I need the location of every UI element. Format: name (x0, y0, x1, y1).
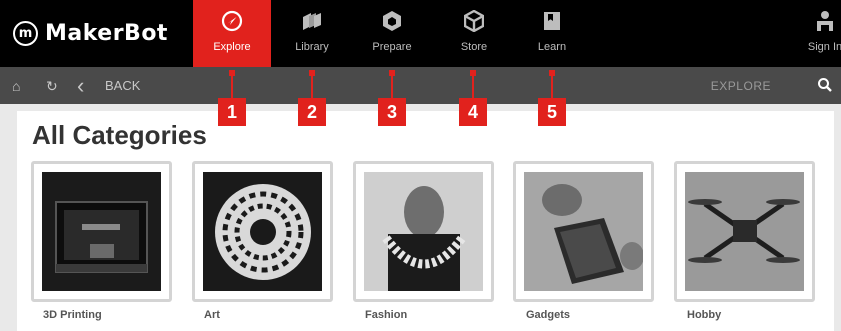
category-card-hobby[interactable] (674, 161, 815, 302)
library-icon (301, 9, 323, 33)
nav-explore[interactable]: Explore (193, 0, 271, 67)
gadgets-phone-image (524, 172, 644, 291)
category-label[interactable]: Fashion (365, 309, 407, 321)
nav-store[interactable]: Store (435, 0, 513, 67)
back-button[interactable]: BACK (105, 78, 140, 93)
nav-library-label: Library (295, 41, 329, 53)
callout-line (472, 76, 474, 98)
category-label[interactable]: Hobby (687, 309, 721, 321)
printer-image (42, 172, 161, 291)
store-icon (464, 9, 484, 33)
callout-1: 1 (218, 98, 246, 126)
home-icon[interactable]: ⌂ (12, 78, 20, 94)
nav-prepare[interactable]: Prepare (353, 0, 431, 67)
back-chevron-icon[interactable]: ‹ (77, 73, 84, 99)
callout-5: 5 (538, 98, 566, 126)
page-title: All Categories (32, 120, 207, 150)
callout-2: 2 (298, 98, 326, 126)
hobby-drone-image (685, 172, 804, 291)
category-card-art[interactable] (192, 161, 333, 302)
nav-learn[interactable]: Learn (513, 0, 591, 67)
category-label[interactable]: Art (204, 309, 220, 321)
category-card-gadgets[interactable] (513, 161, 654, 302)
prepare-icon (382, 9, 402, 33)
user-icon (815, 9, 835, 33)
callout-line (551, 76, 553, 98)
section-label: EXPLORE (710, 79, 771, 93)
callout-line (231, 76, 233, 98)
category-card-fashion[interactable] (353, 161, 494, 302)
refresh-icon[interactable]: ↻ (46, 78, 58, 95)
compass-icon (221, 9, 243, 33)
top-navigation-bar: m MakerBot Explore Library Prepare Store… (0, 0, 841, 67)
learn-icon (543, 9, 561, 33)
callout-line (391, 76, 393, 98)
logo-mark: m (13, 20, 38, 46)
toolbar: ⌂ ↻ ‹ BACK EXPLORE (0, 67, 841, 104)
callout-line (311, 76, 313, 98)
makerbot-logo[interactable]: m MakerBot (13, 18, 168, 48)
nav-library[interactable]: Library (273, 0, 351, 67)
nav-explore-label: Explore (213, 41, 251, 53)
nav-sign-in-label: Sign In (807, 41, 841, 53)
logo-text: MakerBot (45, 20, 168, 46)
nav-prepare-label: Prepare (372, 41, 412, 53)
nav-store-label: Store (460, 41, 488, 53)
fashion-necklace-image (364, 172, 483, 291)
nav-learn-label: Learn (537, 41, 567, 53)
category-card-3d-printing[interactable] (31, 161, 172, 302)
category-label[interactable]: Gadgets (526, 309, 570, 321)
callout-3: 3 (378, 98, 406, 126)
art-sculpture-image (203, 172, 322, 291)
search-icon[interactable] (817, 77, 833, 98)
callout-4: 4 (459, 98, 487, 126)
category-label[interactable]: 3D Printing (43, 309, 102, 321)
nav-sign-in[interactable]: Sign In (795, 0, 841, 67)
